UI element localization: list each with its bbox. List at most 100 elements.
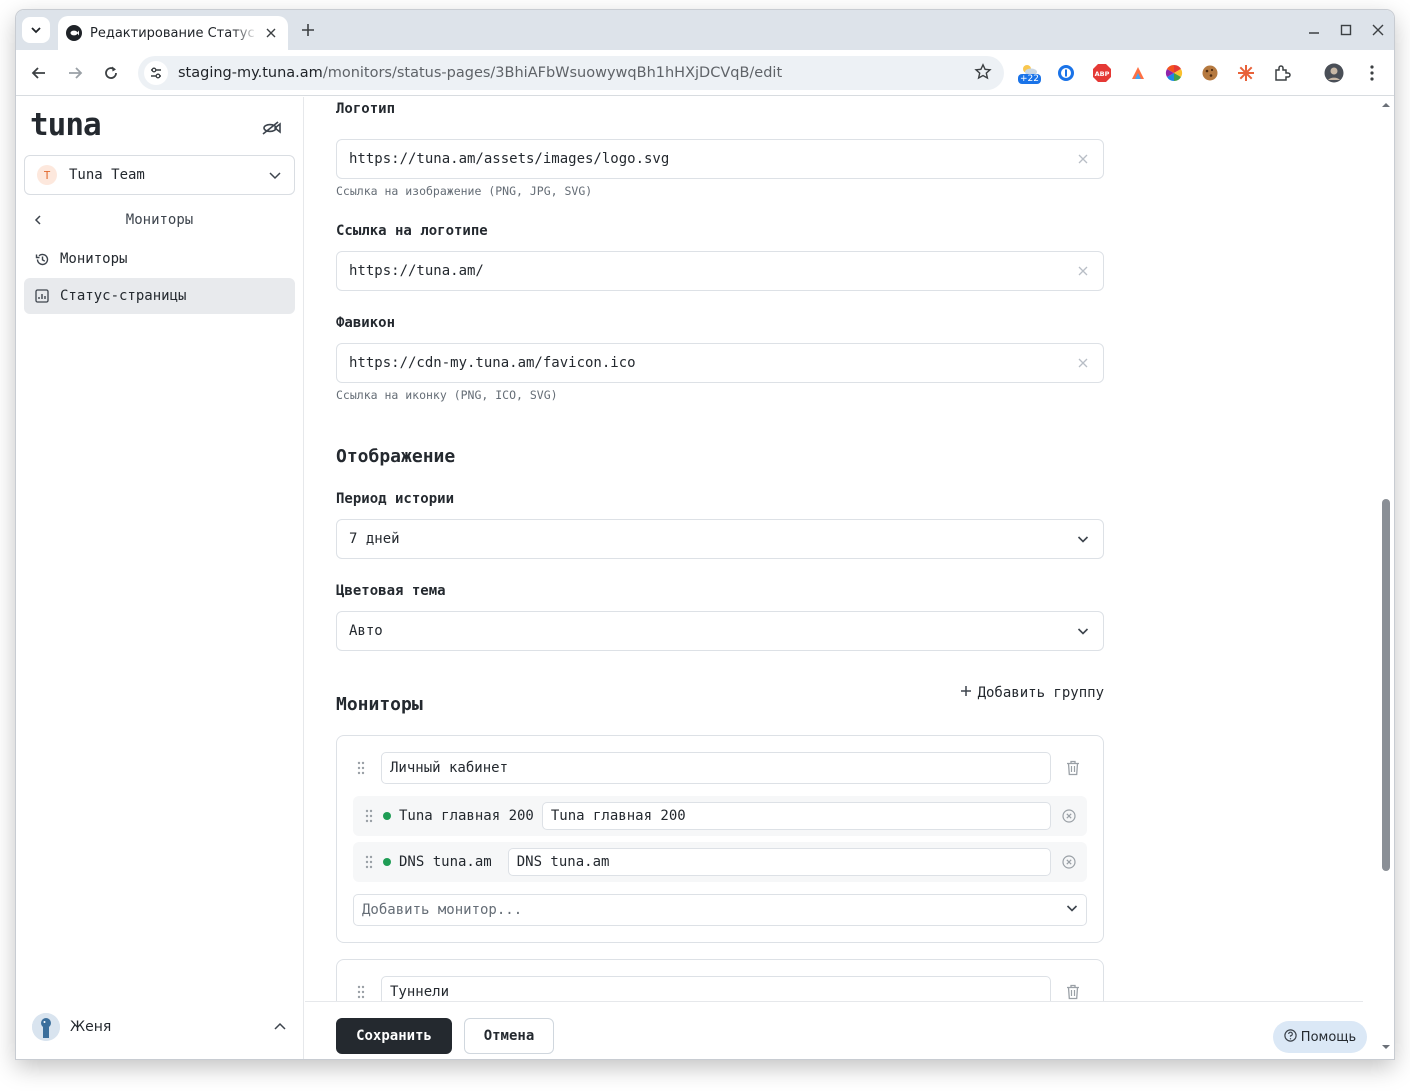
form-footer: Сохранить Отмена <box>305 1001 1363 1059</box>
address-bar[interactable]: staging-my.tuna.am/monitors/status-pages… <box>138 56 1004 90</box>
app-logo[interactable]: tuna <box>30 107 102 143</box>
color-theme-value: Авто <box>349 623 383 639</box>
add-monitor-select[interactable]: Добавить монитор... <box>353 894 1087 926</box>
sidebar: tuna T Tuna Team Мониторы Мониторы Стату… <box>16 97 304 1059</box>
logo-link-label: Ссылка на логотипе <box>336 223 488 239</box>
tab-close-icon[interactable] <box>262 24 280 42</box>
browser-tab[interactable]: Редактирование Статус ра <box>58 16 288 50</box>
drag-handle-icon[interactable] <box>355 760 367 776</box>
browser-menu-icon[interactable] <box>1362 63 1382 83</box>
sidebar-item-monitors[interactable]: Мониторы <box>24 241 295 277</box>
tuna-favicon-icon <box>66 25 82 41</box>
monitor-display-name-input[interactable]: Tuna главная 200 <box>541 802 1051 830</box>
display-section-title: Отображение <box>336 446 456 467</box>
burst-extension-icon[interactable] <box>1236 63 1256 83</box>
monitor-row: Tuna главная 200 Tuna главная 200 <box>353 796 1087 836</box>
new-tab-icon[interactable] <box>298 20 318 40</box>
tab-search-button[interactable] <box>22 17 50 43</box>
colorwheel-extension-icon[interactable] <box>1164 63 1184 83</box>
drag-handle-icon[interactable] <box>363 809 375 823</box>
clear-icon[interactable] <box>1075 355 1091 371</box>
forward-arrow-icon[interactable] <box>64 62 86 84</box>
chevron-down-icon <box>1075 531 1091 547</box>
weather-extension-icon[interactable]: +22 <box>1018 63 1041 84</box>
favicon-label: Фавикон <box>336 315 396 331</box>
main-content: Логотип https://tuna.am/assets/images/lo… <box>305 97 1378 1059</box>
color-extension-icon[interactable] <box>1128 63 1148 83</box>
user-avatar <box>32 1013 60 1041</box>
team-avatar: T <box>37 165 57 185</box>
tab-strip: Редактирование Статус ра <box>16 10 1394 50</box>
monitor-row: DNS tuna.am DNS tuna.am <box>353 842 1087 882</box>
monitor-display-name-value: Tuna главная 200 <box>550 808 686 824</box>
scroll-up-icon[interactable] <box>1382 101 1390 109</box>
minimize-icon[interactable] <box>1304 20 1324 40</box>
back-label: Мониторы <box>125 212 194 228</box>
remove-circle-icon[interactable] <box>1061 808 1077 824</box>
clear-icon[interactable] <box>1075 151 1091 167</box>
scroll-thumb[interactable] <box>1382 499 1390 871</box>
history-period-label: Период истории <box>336 491 455 507</box>
logo-url-input[interactable]: https://tuna.am/assets/images/logo.svg <box>336 139 1104 179</box>
plus-icon <box>960 685 972 701</box>
group-name-input[interactable]: Личный кабинет <box>381 752 1051 784</box>
logo-link-input[interactable]: https://tuna.am/ <box>336 251 1104 291</box>
collapse-sidebar-icon[interactable] <box>260 119 282 137</box>
chevron-up-icon <box>274 1022 286 1030</box>
history-icon <box>34 251 50 267</box>
profile-avatar-icon[interactable] <box>1324 63 1344 83</box>
drag-handle-icon[interactable] <box>363 855 375 869</box>
password-manager-icon[interactable] <box>1056 63 1076 83</box>
back-to-monitors[interactable]: Мониторы <box>24 205 295 235</box>
remove-circle-icon[interactable] <box>1061 854 1077 870</box>
team-name: Tuna Team <box>69 167 145 183</box>
logo-hint: Ссылка на изображение (PNG, JPG, SVG) <box>336 184 593 198</box>
tab-title: Редактирование Статус ра <box>90 25 258 41</box>
favicon-input[interactable]: https://cdn-my.tuna.am/favicon.ico <box>336 343 1104 383</box>
reload-icon[interactable] <box>100 62 122 84</box>
chevron-down-icon <box>31 27 41 34</box>
sidebar-item-status-pages[interactable]: Статус-страницы <box>24 278 295 314</box>
bookmark-star-icon[interactable] <box>974 63 992 85</box>
monitor-name: DNS tuna.am <box>399 854 492 870</box>
adblock-icon[interactable]: ABP <box>1092 63 1112 83</box>
help-circle-icon <box>1284 1028 1297 1046</box>
extensions-puzzle-icon[interactable] <box>1272 63 1292 83</box>
monitor-display-name-input[interactable]: DNS tuna.am <box>507 848 1051 876</box>
save-button[interactable]: Сохранить <box>336 1018 452 1054</box>
help-button[interactable]: Помощь <box>1273 1021 1367 1053</box>
maximize-icon[interactable] <box>1336 20 1356 40</box>
page-scrollbar[interactable] <box>1378 97 1394 1059</box>
monitor-display-name-value: DNS tuna.am <box>516 854 610 870</box>
drag-handle-icon[interactable] <box>355 984 367 1000</box>
history-period-select[interactable]: 7 дней <box>336 519 1104 559</box>
team-selector[interactable]: T Tuna Team <box>24 155 295 195</box>
trash-icon[interactable] <box>1065 983 1081 1001</box>
url-host: staging-my.tuna.am <box>178 65 323 81</box>
site-settings-icon[interactable] <box>144 61 168 85</box>
chevron-down-icon <box>269 172 281 180</box>
scroll-down-icon[interactable] <box>1382 1043 1390 1051</box>
sidebar-item-label: Мониторы <box>60 251 128 267</box>
window-close-icon[interactable] <box>1368 20 1388 40</box>
color-theme-select[interactable]: Авто <box>336 611 1104 651</box>
monitor-name: Tuna главная 200 <box>399 808 534 824</box>
chevron-left-icon <box>32 211 52 230</box>
group-name-value: Личный кабинет <box>390 760 509 776</box>
add-group-button[interactable]: Добавить группу <box>960 685 1104 701</box>
cookie-extension-icon[interactable] <box>1200 63 1220 83</box>
status-dot <box>383 858 391 866</box>
clear-icon[interactable] <box>1075 263 1091 279</box>
sidebar-item-label: Статус-страницы <box>60 288 187 304</box>
user-menu[interactable]: Женя <box>32 1012 287 1042</box>
trash-icon[interactable] <box>1065 759 1081 777</box>
svg-text:ABP: ABP <box>1095 70 1110 78</box>
chevron-down-icon <box>1075 623 1091 639</box>
favicon-value: https://cdn-my.tuna.am/favicon.ico <box>349 355 636 371</box>
back-arrow-icon[interactable] <box>28 62 50 84</box>
cancel-button[interactable]: Отмена <box>464 1018 554 1054</box>
monitor-group-card: Личный кабинет Tuna главная 200 Tuna гла… <box>336 735 1104 943</box>
add-monitor-placeholder: Добавить монитор... <box>362 902 523 918</box>
monitors-section-title: Мониторы <box>336 694 423 715</box>
browser-window: Редактирование Статус ра staging-my.tuna… <box>16 10 1394 1059</box>
